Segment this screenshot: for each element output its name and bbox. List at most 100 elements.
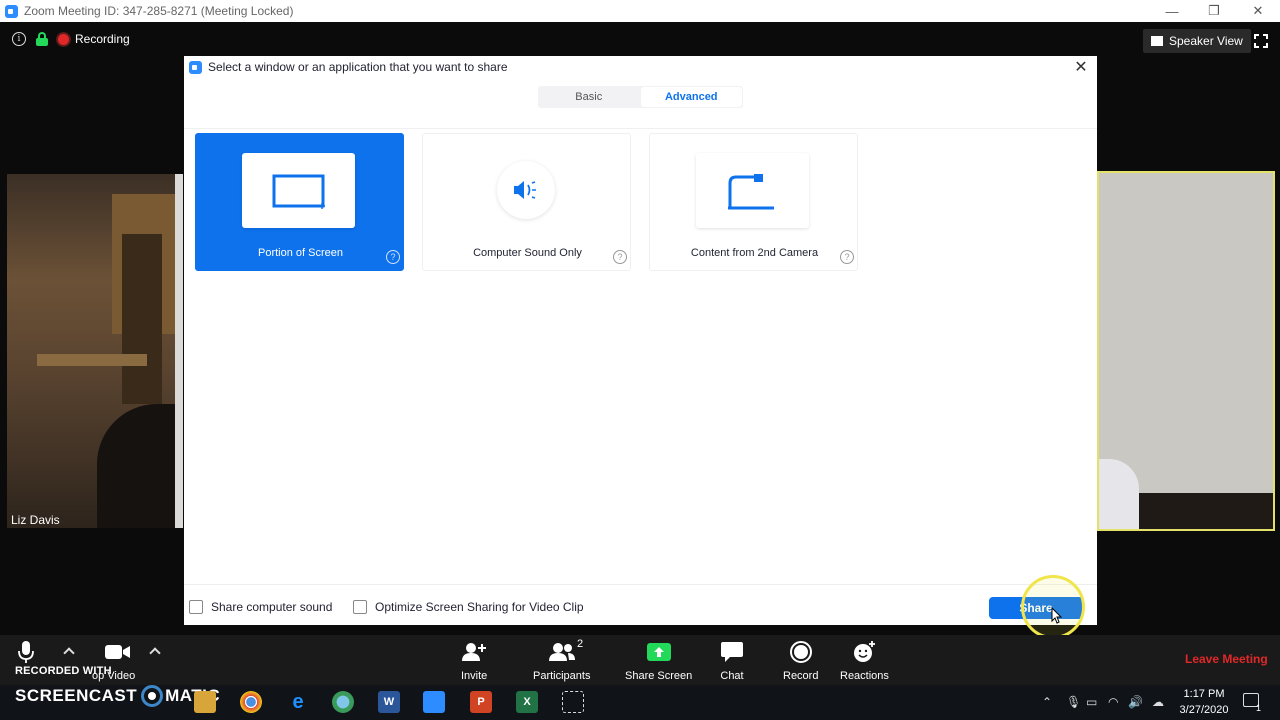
reaction-smiley-icon xyxy=(854,641,876,662)
windows-taskbar: SCREENCAST MATIC e W P X ⌃ 🎙 ▭ ◠ 🔊 ☁ 1:1… xyxy=(0,685,1280,720)
chat-button[interactable]: Chat xyxy=(720,639,744,682)
share-dialog: Select a window or an application that y… xyxy=(184,56,1097,625)
close-window-button[interactable]: ✕ xyxy=(1236,0,1280,22)
add-person-icon xyxy=(462,643,487,661)
notification-count: 1 xyxy=(1256,703,1262,713)
tray-microphone-icon[interactable]: 🎙 xyxy=(1066,695,1081,709)
file-explorer-icon[interactable] xyxy=(194,691,216,713)
speaker-view-label: Speaker View xyxy=(1169,34,1243,48)
share-screen-button[interactable]: Share Screen xyxy=(625,639,692,682)
dialog-close-button[interactable]: ✕ xyxy=(1073,58,1089,76)
video-shirt xyxy=(1099,459,1139,529)
chat-bubble-icon xyxy=(721,642,743,662)
meeting-status-bar: i Recording xyxy=(12,32,130,46)
dialog-title: Select a window or an application that y… xyxy=(208,60,508,74)
share-screen-icon xyxy=(646,643,671,661)
participant-name-tag: Liz Davis xyxy=(11,513,60,527)
mute-button[interactable] xyxy=(18,639,34,665)
screencast-text: SCREENCAST xyxy=(15,686,138,705)
tray-chevron-icon[interactable]: ⌃ xyxy=(1042,695,1052,709)
checkbox-box[interactable] xyxy=(353,600,367,614)
excel-icon[interactable]: X xyxy=(516,691,538,713)
edge-icon[interactable]: e xyxy=(287,691,309,713)
dialog-footer: Share computer sound Optimize Screen Sha… xyxy=(184,584,1097,625)
record-button[interactable]: Record xyxy=(783,639,818,682)
browser-globe-icon[interactable] xyxy=(332,691,354,713)
option-computer-sound-only[interactable]: Computer Sound Only ? xyxy=(422,133,631,271)
taskbar-clock[interactable]: 1:17 PM 3/27/2020 xyxy=(1174,686,1234,718)
meeting-toolbar: op Video RECORDED WITH Invite Participan… xyxy=(0,635,1280,685)
zoom-taskbar-icon[interactable] xyxy=(423,691,445,713)
screencast-logo-icon xyxy=(141,685,164,707)
option-label: Computer Sound Only xyxy=(473,247,582,259)
recording-dot-icon xyxy=(58,33,69,45)
leave-meeting-button[interactable]: Leave Meeting xyxy=(1185,652,1268,666)
share-computer-sound-checkbox[interactable]: Share computer sound xyxy=(189,600,332,614)
option-thumbnail xyxy=(242,153,355,228)
speaker-icon xyxy=(514,181,536,199)
video-camera-icon xyxy=(104,645,130,659)
clock-time: 1:17 PM xyxy=(1183,688,1225,700)
optimize-video-clip-checkbox[interactable]: Optimize Screen Sharing for Video Clip xyxy=(353,600,584,614)
recording-label: Recording xyxy=(75,32,130,46)
checkbox-box[interactable] xyxy=(189,600,203,614)
cloud-icon[interactable]: ☁ xyxy=(1152,695,1164,709)
participant-video-right[interactable] xyxy=(1097,171,1275,531)
portion-of-screen-icon xyxy=(272,174,325,209)
audio-options-chevron-icon[interactable] xyxy=(63,647,75,659)
help-icon[interactable]: ? xyxy=(613,250,627,264)
camera-stand-icon xyxy=(728,174,774,210)
reactions-button[interactable]: Reactions xyxy=(840,639,889,682)
participant-video-left[interactable] xyxy=(7,174,183,528)
minimize-button[interactable]: — xyxy=(1150,0,1194,22)
tab-advanced[interactable]: Advanced xyxy=(640,87,742,107)
clock-date: 3/27/2020 xyxy=(1179,704,1229,716)
dialog-header: Select a window or an application that y… xyxy=(184,56,1097,78)
zoom-logo-icon xyxy=(5,4,18,18)
zoom-logo-icon xyxy=(189,60,202,74)
reactions-label: Reactions xyxy=(840,670,889,682)
info-icon[interactable]: i xyxy=(12,32,26,46)
invite-label: Invite xyxy=(461,670,488,682)
record-icon xyxy=(789,641,812,663)
zoom-meeting-window: Zoom Meeting ID: 347-285-8271 (Meeting L… xyxy=(0,0,1280,720)
share-screen-label: Share Screen xyxy=(625,670,693,682)
chrome-icon[interactable] xyxy=(240,691,262,713)
participants-label: Participants xyxy=(533,670,591,682)
option-thumbnail xyxy=(497,161,555,219)
speaker-view-icon xyxy=(1151,36,1163,46)
speaker-view-button[interactable]: Speaker View xyxy=(1143,29,1251,53)
chat-label: Chat xyxy=(720,670,744,682)
option-portion-of-screen[interactable]: Portion of Screen ? xyxy=(195,133,404,271)
participants-icon xyxy=(548,643,575,661)
title-bar: Zoom Meeting ID: 347-285-8271 (Meeting L… xyxy=(0,0,1280,22)
snipping-tool-icon[interactable] xyxy=(562,691,584,713)
fullscreen-icon[interactable] xyxy=(1254,34,1268,48)
restore-button[interactable]: ❐ xyxy=(1192,0,1236,22)
option-thumbnail xyxy=(696,153,809,228)
lock-icon[interactable] xyxy=(36,32,48,46)
help-icon[interactable]: ? xyxy=(386,250,400,264)
window-title: Zoom Meeting ID: 347-285-8271 (Meeting L… xyxy=(24,4,294,18)
option-label: Content from 2nd Camera xyxy=(690,247,819,259)
video-panel xyxy=(175,174,183,528)
share-mode-tabs: Basic Advanced xyxy=(538,86,743,108)
checkbox-label: Share computer sound xyxy=(211,600,333,614)
word-icon[interactable]: W xyxy=(378,691,400,713)
option-content-from-2nd-camera[interactable]: Content from 2nd Camera ? xyxy=(649,133,858,271)
video-door xyxy=(122,234,162,404)
screencast-o-matic-watermark: SCREENCAST MATIC xyxy=(15,685,220,707)
tab-basic[interactable]: Basic xyxy=(538,86,640,108)
microphone-icon xyxy=(18,641,34,663)
checkbox-label: Optimize Screen Sharing for Video Clip xyxy=(375,600,584,614)
powerpoint-icon[interactable]: P xyxy=(470,691,492,713)
invite-button[interactable]: Invite xyxy=(461,639,487,682)
participants-count-badge: 2 xyxy=(577,638,584,650)
record-label: Record xyxy=(783,670,819,682)
help-icon[interactable]: ? xyxy=(840,250,854,264)
wifi-icon[interactable]: ◠ xyxy=(1108,695,1118,709)
recorded-with-watermark: RECORDED WITH xyxy=(15,665,112,677)
battery-icon[interactable]: ▭ xyxy=(1086,695,1097,709)
volume-icon[interactable]: 🔊 xyxy=(1128,695,1143,709)
video-options-chevron-icon[interactable] xyxy=(149,647,161,659)
